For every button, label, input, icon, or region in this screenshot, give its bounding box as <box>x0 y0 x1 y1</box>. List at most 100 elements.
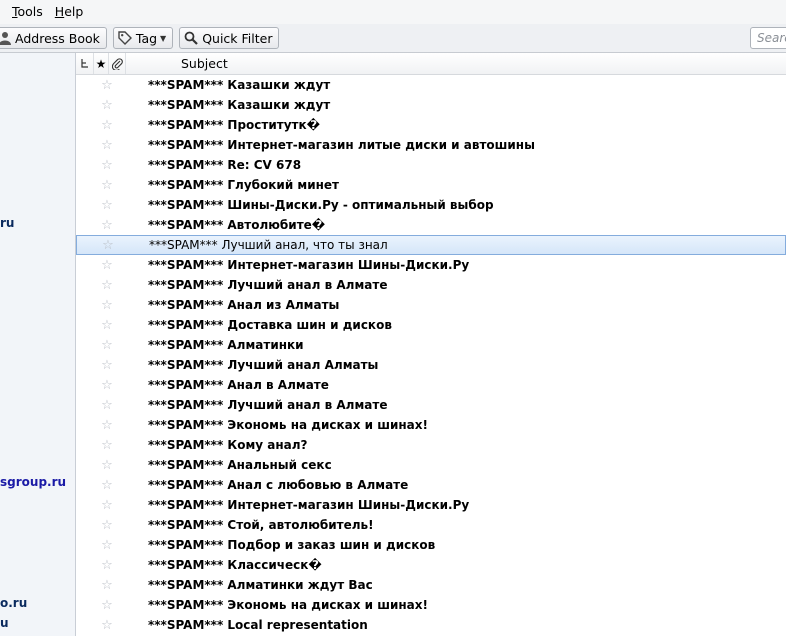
message-subject: ***SPAM*** Лучший анал в Алмате <box>148 398 388 412</box>
quick-filter-button[interactable]: Quick Filter <box>179 27 280 49</box>
star-toggle-icon[interactable]: ☆ <box>96 218 118 233</box>
star-toggle-icon[interactable]: ☆ <box>96 78 118 93</box>
star-toggle-icon[interactable]: ☆ <box>96 378 118 393</box>
message-row[interactable]: ☆ ***SPAM*** Re: CV 678 <box>76 155 786 175</box>
star-toggle-icon[interactable]: ☆ <box>96 198 118 213</box>
star-toggle-icon[interactable]: ☆ <box>96 558 118 573</box>
message-row[interactable]: ☆ ***SPAM*** Стой, автолюбитель! <box>76 515 786 535</box>
star-toggle-icon[interactable]: ☆ <box>96 618 118 633</box>
message-row[interactable]: ☆ ***SPAM*** Экономь на дисках и шинах! <box>76 595 786 615</box>
address-book-button[interactable]: Address Book <box>0 27 107 49</box>
thread-column-header[interactable] <box>76 53 94 74</box>
star-toggle-icon[interactable]: ☆ <box>96 258 118 273</box>
message-subject: ***SPAM*** Лучший анал Алматы <box>148 358 379 372</box>
thread-pane: ★ Subject ☆ ***SPAM*** Казашки ждут ☆ ***SP… <box>76 53 786 636</box>
star-toggle-icon[interactable]: ☆ <box>96 338 118 353</box>
star-toggle-icon[interactable]: ☆ <box>96 298 118 313</box>
message-row[interactable]: ☆ ***SPAM*** Казашки ждут <box>76 95 786 115</box>
column-header: ★ Subject <box>76 53 786 75</box>
folder-pane: ru sgroup.ru o.ru u <box>0 53 76 636</box>
subject-column-label: Subject <box>181 56 228 71</box>
message-subject: ***SPAM*** Анал в Алмате <box>148 378 329 392</box>
menu-help[interactable]: Help <box>49 0 90 24</box>
star-toggle-icon[interactable]: ☆ <box>96 158 118 173</box>
message-row[interactable]: ☆ ***SPAM*** Анальный секс <box>76 455 786 475</box>
star-toggle-icon[interactable]: ☆ <box>96 398 118 413</box>
star-toggle-icon[interactable]: ☆ <box>96 358 118 373</box>
star-toggle-icon[interactable]: ☆ <box>96 478 118 493</box>
thread-icon <box>80 58 88 68</box>
message-list: ☆ ***SPAM*** Казашки ждут ☆ ***SPAM*** Каза… <box>76 75 786 635</box>
star-toggle-icon[interactable]: ☆ <box>96 318 118 333</box>
star-column-header[interactable]: ★ <box>94 53 109 74</box>
message-row[interactable]: ☆ ***SPAM*** Интернет-магазин литые диски… <box>76 135 786 155</box>
menu-tools[interactable]: Tools <box>6 0 49 24</box>
message-row[interactable]: ☆ ***SPAM*** Лучший анал в Алмате <box>76 275 786 295</box>
message-row[interactable]: ☆ ***SPAM*** Лучший анал Алматы <box>76 355 786 375</box>
message-subject: ***SPAM*** Анал с любовью в Алмате <box>148 478 409 492</box>
star-toggle-icon[interactable]: ☆ <box>96 578 118 593</box>
star-toggle-icon[interactable]: ☆ <box>97 238 119 253</box>
folder-item[interactable]: u <box>0 616 9 630</box>
message-row[interactable]: ☆ ***SPAM*** Экономь на дисках и шинах! <box>76 415 786 435</box>
message-row[interactable]: ☆ ***SPAM*** Алматинки ждут Вас <box>76 575 786 595</box>
subject-column-header[interactable]: Subject <box>126 53 228 74</box>
search-input[interactable]: Search <box>750 27 786 49</box>
message-subject: ***SPAM*** Анал из Алматы <box>148 298 340 312</box>
menu-tools-rest: ools <box>17 4 43 19</box>
message-row[interactable]: ☆ ***SPAM*** Классическ� <box>76 555 786 575</box>
address-book-icon <box>0 32 11 45</box>
quick-filter-label: Quick Filter <box>202 30 273 46</box>
star-toggle-icon[interactable]: ☆ <box>96 598 118 613</box>
message-row[interactable]: ☆ ***SPAM*** Шины-Диски.Ру - оптимальный … <box>76 195 786 215</box>
address-book-label: Address Book <box>15 30 100 46</box>
message-row[interactable]: ☆ ***SPAM*** Анал в Алмате <box>76 375 786 395</box>
message-row[interactable]: ☆ ***SPAM*** Доставка шин и дисков <box>76 315 786 335</box>
star-toggle-icon[interactable]: ☆ <box>96 418 118 433</box>
message-subject: ***SPAM*** Local representation <box>148 618 368 632</box>
message-subject: ***SPAM*** Интернет-магазин Шины-Диски.Р… <box>148 258 470 272</box>
star-toggle-icon[interactable]: ☆ <box>96 458 118 473</box>
message-row[interactable]: ☆ ***SPAM*** Проститутк� <box>76 115 786 135</box>
message-subject: ***SPAM*** Доставка шин и дисков <box>148 318 392 332</box>
message-row[interactable]: ☆ ***SPAM*** Local representation <box>76 615 786 635</box>
message-subject: ***SPAM*** Казашки ждут <box>148 78 331 92</box>
message-row[interactable]: ☆ ***SPAM*** Интернет-магазин Шины-Диски.… <box>76 255 786 275</box>
message-row[interactable]: ☆ ***SPAM*** Лучший анал, что ты знал <box>76 235 786 255</box>
star-toggle-icon[interactable]: ☆ <box>96 518 118 533</box>
message-row[interactable]: ☆ ***SPAM*** Анал из Алматы <box>76 295 786 315</box>
message-row[interactable]: ☆ ***SPAM*** Глубокий минет <box>76 175 786 195</box>
message-row[interactable]: ☆ ***SPAM*** Интернет-магазин Шины-Диски.… <box>76 495 786 515</box>
message-row[interactable]: ☆ ***SPAM*** Подбор и заказ шин и дисков <box>76 535 786 555</box>
message-subject: ***SPAM*** Стой, автолюбитель! <box>148 518 374 532</box>
message-row[interactable]: ☆ ***SPAM*** Анал с любовью в Алмате <box>76 475 786 495</box>
message-row[interactable]: ☆ ***SPAM*** Алматинки <box>76 335 786 355</box>
star-toggle-icon[interactable]: ☆ <box>96 278 118 293</box>
star-toggle-icon[interactable]: ☆ <box>96 438 118 453</box>
message-row[interactable]: ☆ ***SPAM*** Автолюбите� <box>76 215 786 235</box>
star-toggle-icon[interactable]: ☆ <box>96 118 118 133</box>
message-row[interactable]: ☆ ***SPAM*** Кому анал? <box>76 435 786 455</box>
tag-label: Tag <box>135 30 158 46</box>
star-toggle-icon[interactable]: ☆ <box>96 178 118 193</box>
menu-bar: Tools Help <box>0 0 786 25</box>
message-subject: ***SPAM*** Шины-Диски.Ру - оптимальный в… <box>148 198 494 212</box>
paperclip-icon <box>111 57 123 70</box>
star-toggle-icon[interactable]: ☆ <box>96 538 118 553</box>
tag-icon <box>118 31 132 45</box>
attachment-column-header[interactable] <box>109 53 126 74</box>
star-icon: ★ <box>95 56 107 71</box>
star-toggle-icon[interactable]: ☆ <box>96 98 118 113</box>
message-subject: ***SPAM*** Алматинки <box>148 338 304 352</box>
folder-item[interactable]: ru <box>0 216 14 230</box>
message-subject: ***SPAM*** Проститутк� <box>148 118 320 132</box>
menu-help-rest: elp <box>64 4 84 19</box>
tag-button[interactable]: Tag ▼ <box>112 27 174 49</box>
message-row[interactable]: ☆ ***SPAM*** Лучший анал в Алмате <box>76 395 786 415</box>
folder-item[interactable]: sgroup.ru <box>0 475 66 489</box>
message-subject: ***SPAM*** Интернет-магазин Шины-Диски.Р… <box>148 498 470 512</box>
star-toggle-icon[interactable]: ☆ <box>96 138 118 153</box>
folder-item[interactable]: o.ru <box>0 596 27 610</box>
star-toggle-icon[interactable]: ☆ <box>96 498 118 513</box>
message-row[interactable]: ☆ ***SPAM*** Казашки ждут <box>76 75 786 95</box>
